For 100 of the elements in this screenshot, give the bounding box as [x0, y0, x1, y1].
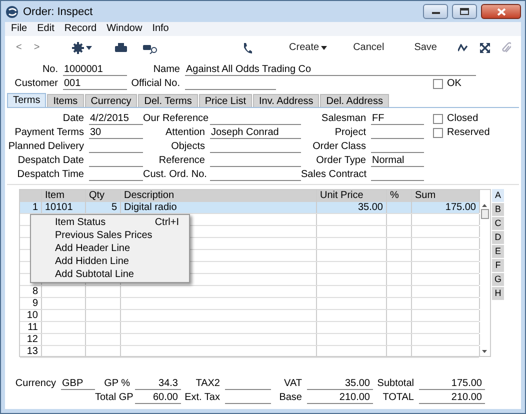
create-button[interactable]: Create: [286, 42, 330, 54]
side-tab[interactable]: E: [492, 245, 504, 258]
close-button[interactable]: [481, 4, 521, 19]
checkbox-label: OK: [447, 78, 462, 90]
input-field[interactable]: 60.00: [135, 392, 181, 404]
side-tab[interactable]: D: [492, 231, 504, 244]
field-label: No.: [41, 64, 59, 76]
field-label: TOTAL: [382, 392, 415, 404]
menu-item[interactable]: Add Subtotal Line: [31, 268, 189, 281]
input-field[interactable]: 175.00: [419, 378, 485, 390]
row-number: 11: [20, 322, 42, 333]
tab[interactable]: Currency: [84, 94, 138, 107]
menu-item[interactable]: Add Hidden Line: [31, 255, 189, 268]
tab[interactable]: Del. Terms: [138, 94, 198, 107]
field-label: Name: [152, 64, 181, 76]
cancel-button[interactable]: Cancel: [350, 42, 388, 54]
field-label: Base: [278, 392, 303, 404]
minimize-button[interactable]: [423, 4, 448, 19]
input-field[interactable]: 1000001: [63, 64, 127, 76]
field-label: Subtotal: [376, 378, 415, 390]
input-field[interactable]: 34.3: [135, 378, 181, 390]
save-button[interactable]: Save: [411, 42, 440, 54]
menu-item[interactable]: Item Status Ctrl+I: [31, 216, 189, 229]
field-label: Our Reference: [143, 113, 210, 125]
field-label: Payment Terms: [14, 127, 85, 139]
menu-item[interactable]: Edit: [37, 23, 54, 35]
side-tab[interactable]: B: [492, 203, 504, 216]
expand-arrows-icon[interactable]: [480, 43, 490, 53]
input-field[interactable]: 210.00: [419, 392, 485, 404]
field-label: Salesman: [320, 113, 367, 125]
field-label: Despatch Time: [16, 169, 85, 181]
back-button[interactable]: <: [13, 42, 25, 54]
phone-icon[interactable]: [242, 42, 252, 54]
side-tab[interactable]: G: [492, 273, 504, 286]
tab[interactable]: Items: [47, 94, 84, 107]
input-field[interactable]: FF: [371, 113, 424, 125]
close-icon: [496, 8, 506, 16]
scroll-up-icon[interactable]: [482, 204, 487, 207]
side-tab[interactable]: A: [492, 189, 504, 202]
row-number: 1: [20, 202, 42, 213]
tab[interactable]: Inv. Address: [253, 94, 320, 107]
table-cell: 175.00: [412, 202, 480, 213]
scroll-down-icon[interactable]: [482, 350, 487, 353]
scrollbar-thumb[interactable]: [480, 209, 488, 219]
zigzag-line-icon[interactable]: [458, 44, 468, 52]
table-cell: 35.00: [317, 202, 387, 213]
input-field[interactable]: 210.00: [307, 392, 373, 404]
field-label: Planned Delivery: [7, 141, 85, 153]
input-field[interactable]: 35.00: [307, 378, 373, 390]
checkbox[interactable]: [433, 128, 443, 138]
side-tab[interactable]: F: [492, 259, 504, 272]
table-cell: Digital radio: [121, 202, 317, 213]
field-label: Objects: [170, 141, 206, 153]
input-field[interactable]: 30: [89, 127, 143, 139]
gear-icon: [72, 42, 84, 54]
tab[interactable]: Terms: [7, 93, 46, 107]
paperclip-icon[interactable]: [502, 42, 511, 54]
menu-item[interactable]: File: [11, 23, 28, 35]
field-label: Order Class: [312, 141, 367, 153]
input-field[interactable]: 4/2/2015: [89, 113, 143, 125]
field-label: Total GP: [95, 392, 134, 404]
field-label: Despatch Date: [16, 155, 85, 167]
tab[interactable]: Price List: [198, 94, 252, 107]
input-field[interactable]: GBP: [61, 378, 95, 390]
field-label: Currency: [15, 378, 57, 390]
field-label: TAX2: [194, 378, 221, 390]
caret-icon: [321, 46, 328, 50]
menu-item[interactable]: Add Header Line: [31, 242, 189, 255]
tab[interactable]: Del. Address: [320, 94, 389, 107]
field-label: Cust. Ord. No.: [143, 169, 208, 181]
input-field[interactable]: Normal: [371, 155, 424, 167]
menu-item[interactable]: Record: [64, 23, 97, 35]
side-tab[interactable]: C: [492, 217, 504, 230]
menu-item[interactable]: Window: [106, 23, 142, 35]
print-preview-icon[interactable]: [142, 42, 158, 54]
menu-item[interactable]: Previous Sales Prices: [31, 229, 189, 242]
checkbox[interactable]: [433, 114, 443, 124]
field-label: VAT: [283, 378, 303, 390]
maximize-icon: [460, 8, 469, 15]
menu-item[interactable]: Info: [152, 23, 169, 35]
maximize-button[interactable]: [452, 4, 477, 19]
field-label: Project: [334, 127, 367, 139]
checkbox[interactable]: [433, 79, 443, 89]
checkbox-label: Reserved: [447, 127, 490, 139]
field-label: Date: [62, 113, 85, 125]
side-tab[interactable]: H: [492, 287, 504, 300]
row-number: 10: [20, 310, 42, 321]
forward-button[interactable]: >: [30, 42, 43, 54]
row-number: 9: [20, 298, 42, 309]
caret-icon: [86, 46, 92, 50]
field-label: Sales Contract: [301, 169, 368, 181]
input-field[interactable]: Joseph Conrad: [210, 127, 301, 139]
field-label: Reference: [158, 155, 206, 167]
input-field[interactable]: Against All Odds Trading Co: [185, 64, 476, 76]
printer-icon[interactable]: [114, 43, 127, 53]
app-logo-icon: [5, 4, 19, 18]
input-field[interactable]: 001: [63, 78, 127, 90]
row-number: 8: [20, 286, 42, 297]
field-label: GP %: [103, 378, 131, 390]
table-cell: 10101: [42, 202, 86, 213]
